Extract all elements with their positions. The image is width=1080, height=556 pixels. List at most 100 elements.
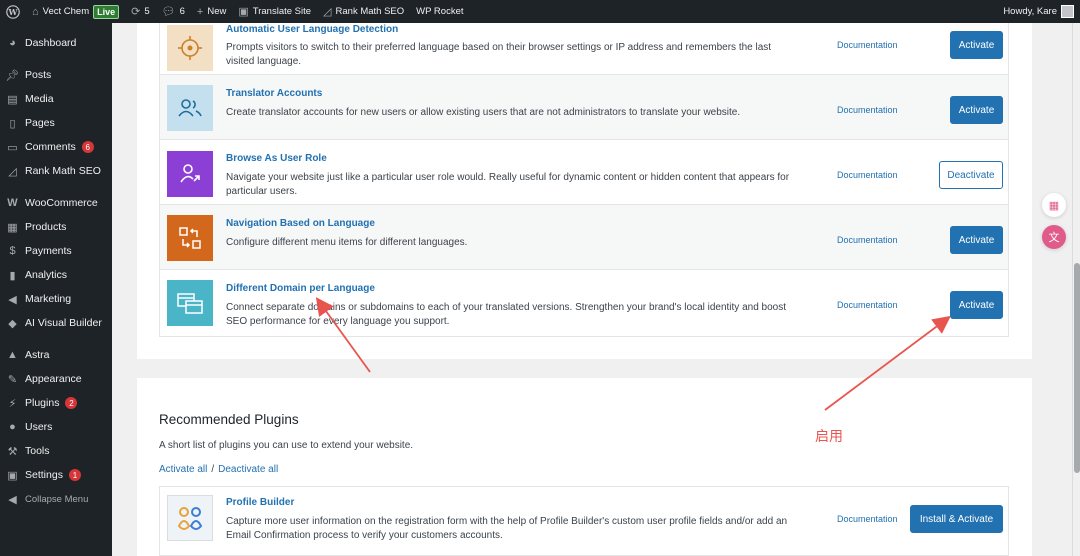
users-icon <box>167 85 213 131</box>
pages-icon: ▯ <box>9 117 16 130</box>
rankmath-link[interactable]: ◿ Rank Math SEO <box>317 0 410 23</box>
sidebar-item-comments[interactable]: ▭ Comments 6 <box>0 135 112 159</box>
documentation-link[interactable]: Documentation <box>837 40 898 50</box>
sidebar-item-woocommerce[interactable]: W WooCommerce <box>0 191 112 215</box>
rankmath-label: Rank Math SEO <box>335 6 405 17</box>
addon-row: Browse As User Role Navigate your websit… <box>159 140 1009 205</box>
updates-count: 5 <box>144 6 150 17</box>
documentation-link[interactable]: Documentation <box>837 105 898 115</box>
sidebar-item-label: Rank Math SEO <box>25 165 101 177</box>
profile-builder-icon <box>167 495 213 541</box>
addon-description: Configure different menu items for diffe… <box>226 237 468 248</box>
account-menu[interactable]: Howdy, Kare <box>997 0 1080 23</box>
sidebar-item-ai-visual-builder[interactable]: ◆ AI Visual Builder <box>0 311 112 335</box>
comments-link[interactable]: 💬︎ 6 <box>156 0 191 23</box>
addon-row: Navigation Based on Language Configure d… <box>159 205 1009 270</box>
translate-site-link[interactable]: ▣ Translate Site <box>232 0 317 23</box>
collapse-menu-label: Collapse Menu <box>25 493 89 505</box>
user-icon: ● <box>9 421 16 433</box>
wrench-icon: ⚒︎ <box>7 445 18 458</box>
recommended-plugins-title: Recommended Plugins <box>159 412 299 427</box>
link-separator: / <box>211 464 215 475</box>
activate-button[interactable]: Activate <box>950 31 1003 59</box>
comments-count: 6 <box>179 6 185 17</box>
sidebar-item-media[interactable]: ▤ Media <box>0 87 112 111</box>
woo-icon: W <box>7 197 18 209</box>
sidebar-item-label: Posts <box>25 69 52 81</box>
sidebar-item-appearance[interactable]: ✎ Appearance <box>0 367 112 391</box>
avatar <box>1061 5 1074 18</box>
pin-icon: 📌︎ <box>5 69 20 82</box>
sidebar-item-label: Analytics <box>25 269 68 281</box>
ai-icon: ◆ <box>8 317 17 330</box>
astra-icon: ▲ <box>7 349 18 361</box>
sidebar-item-plugins[interactable]: ⚡︎ Plugins 2 <box>0 391 112 415</box>
deactivate-all-link[interactable]: Deactivate all <box>218 464 278 475</box>
sidebar-item-label: Dashboard <box>25 37 77 49</box>
addon-description: Create translator accounts for new users… <box>226 107 741 118</box>
home-icon: ⌂ <box>32 5 39 18</box>
translate-icon[interactable]: 文 <box>1042 225 1066 249</box>
megaphone-icon: ◀ <box>8 293 17 306</box>
activate-button[interactable]: Activate <box>950 291 1003 319</box>
sidebar-item-rank-math-seo[interactable]: ◿ Rank Math SEO <box>0 159 112 183</box>
sidebar-item-marketing[interactable]: ◀ Marketing <box>0 287 112 311</box>
site-name-link[interactable]: ⌂ Vect Chem Live <box>26 0 125 23</box>
updates-link[interactable]: ⟳ 5 <box>125 0 156 23</box>
translate-icon: ▣ <box>238 6 249 18</box>
dashboard-icon: ◕ <box>9 37 16 49</box>
documentation-link[interactable]: Documentation <box>837 235 898 245</box>
sidebar-item-astra[interactable]: ▲ Astra <box>0 343 112 367</box>
addon-title[interactable]: Different Domain per Language <box>226 283 375 294</box>
wprocket-link[interactable]: WP Rocket <box>410 0 469 23</box>
sidebar-item-dashboard[interactable]: ◕ Dashboard <box>0 31 112 55</box>
scrollbar-thumb[interactable] <box>1074 263 1080 473</box>
deactivate-button[interactable]: Deactivate <box>939 161 1003 189</box>
sidebar-item-tools[interactable]: ⚒︎ Tools <box>0 439 112 463</box>
addon-title[interactable]: Translator Accounts <box>226 88 322 99</box>
activate-button[interactable]: Activate <box>950 226 1003 254</box>
site-name: Vect Chem <box>42 6 90 17</box>
sidebar-item-analytics[interactable]: ▮ Analytics <box>0 263 112 287</box>
apps-icon[interactable]: ▦ <box>1042 193 1066 217</box>
page-scrollbar[interactable] <box>1072 23 1080 556</box>
addon-title[interactable]: Navigation Based on Language <box>226 218 375 229</box>
howdy-text: Howdy, Kare <box>1003 6 1057 17</box>
settings-icon: ▣ <box>7 469 18 482</box>
navigation-icon <box>167 215 213 261</box>
plugin-title[interactable]: Profile Builder <box>226 497 294 508</box>
sidebar-item-label: Plugins <box>25 397 60 409</box>
new-label: New <box>207 6 227 17</box>
wordpress-logo-icon[interactable]: W <box>0 0 26 23</box>
user-role-icon <box>167 151 213 197</box>
documentation-link[interactable]: Documentation <box>837 514 898 524</box>
new-content-link[interactable]: + New <box>191 0 232 23</box>
addon-title[interactable]: Automatic User Language Detection <box>226 24 398 35</box>
brush-icon: ✎ <box>7 373 18 386</box>
sidebar-item-pages[interactable]: ▯ Pages <box>0 111 112 135</box>
chart-icon: ◿ <box>8 165 17 178</box>
comment-icon: ▭ <box>7 141 18 154</box>
sidebar-item-settings[interactable]: ▣ Settings 1 <box>0 463 112 487</box>
addon-row: Automatic User Language Detection Prompt… <box>159 23 1009 75</box>
activate-all-link[interactable]: Activate all <box>159 464 207 475</box>
sidebar-item-products[interactable]: ▦ Products <box>0 215 112 239</box>
sidebar-item-users[interactable]: ● Users <box>0 415 112 439</box>
addon-row: Translator Accounts Create translator ac… <box>159 75 1009 140</box>
documentation-link[interactable]: Documentation <box>837 170 898 180</box>
install-activate-button[interactable]: Install & Activate <box>910 505 1003 533</box>
collapse-icon: ◀ <box>8 493 17 506</box>
svg-text:W: W <box>8 7 19 17</box>
settings-count-badge: 1 <box>68 469 81 481</box>
collapse-menu-button[interactable]: ◀ Collapse Menu <box>0 487 112 511</box>
activate-button[interactable]: Activate <box>950 96 1003 124</box>
plus-icon: + <box>196 5 204 18</box>
sidebar-item-label: WooCommerce <box>25 197 98 209</box>
main-content: Automatic User Language Detection Prompt… <box>112 23 1072 556</box>
documentation-link[interactable]: Documentation <box>837 300 898 310</box>
addon-description: Prompts visitors to switch to their pref… <box>226 42 772 67</box>
sidebar-item-posts[interactable]: 📌︎ Posts <box>0 63 112 87</box>
sidebar-item-label: Comments <box>25 141 76 153</box>
sidebar-item-payments[interactable]: $ Payments <box>0 239 112 263</box>
addon-title[interactable]: Browse As User Role <box>226 153 327 164</box>
